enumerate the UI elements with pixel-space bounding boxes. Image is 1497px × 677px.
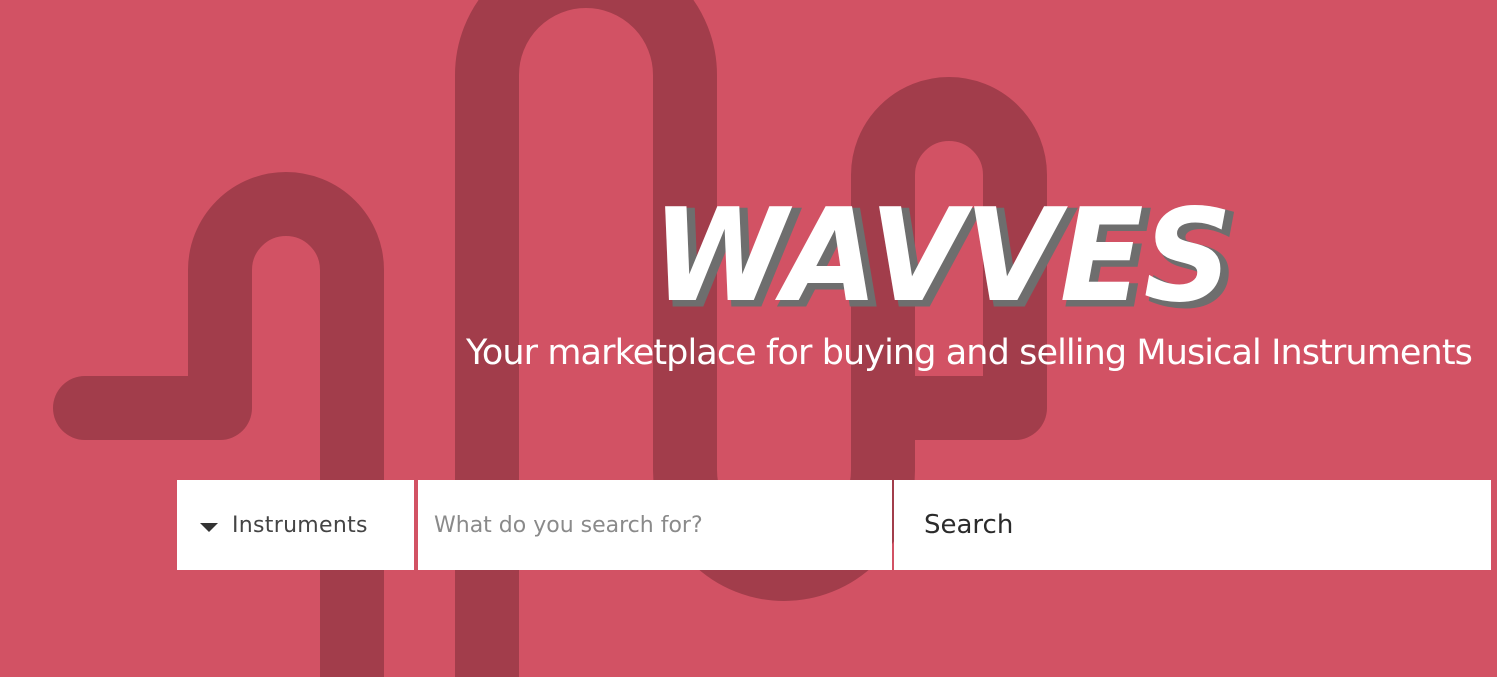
tagline: Your marketplace for buying and selling … <box>466 333 1473 373</box>
svg-text:WAVVES: WAVVES <box>652 192 1232 327</box>
search-button[interactable]: Search <box>894 480 1491 570</box>
search-input[interactable] <box>418 480 892 570</box>
caret-down-icon <box>200 522 218 532</box>
search-bar: Instruments Search <box>177 480 1491 570</box>
category-dropdown-label: Instruments <box>232 512 368 538</box>
category-dropdown[interactable]: Instruments <box>177 480 414 570</box>
wavves-logo: WAVVES WAVVES <box>652 192 1241 327</box>
